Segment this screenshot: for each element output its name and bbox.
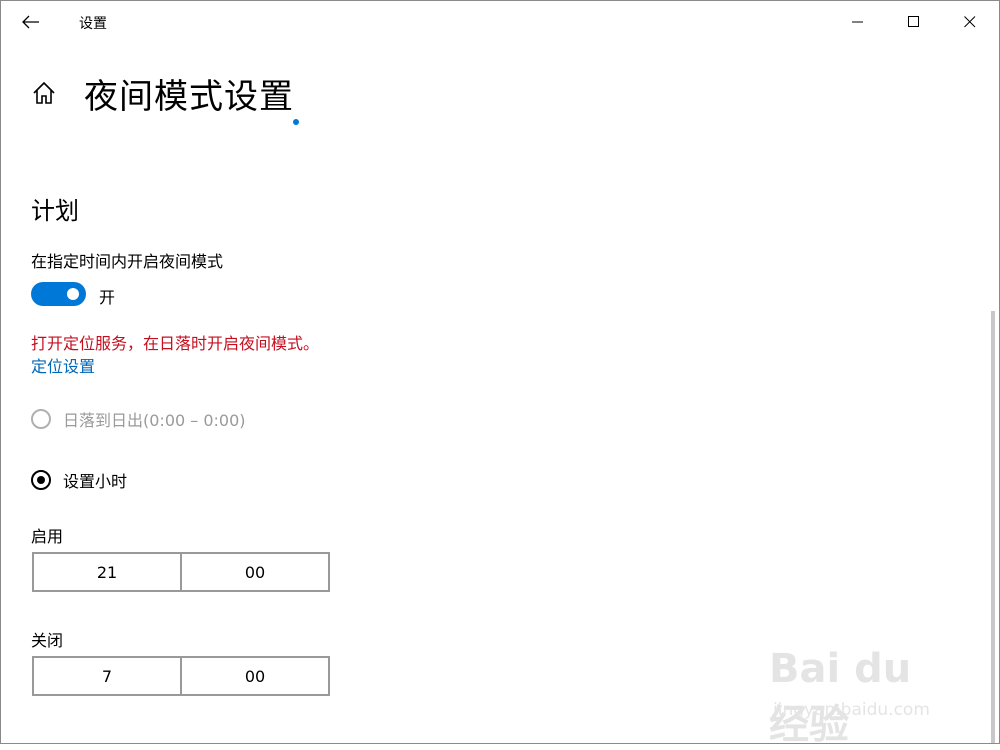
back-button[interactable] (11, 7, 51, 37)
turn-on-time-picker[interactable]: 21 00 (32, 552, 330, 592)
scroll-indicator (293, 119, 299, 125)
radio-set-hours[interactable]: 设置小时 (31, 468, 127, 492)
schedule-toggle-switch[interactable] (31, 282, 86, 306)
settings-window: 设置 夜间模式设置 计划 在指定时间内开启夜间模式 开 打开定位服务，在日落时开… (0, 0, 1000, 748)
turn-off-label: 关闭 (31, 631, 64, 650)
title-bar: 设置 (1, 1, 999, 43)
scrollbar[interactable] (991, 311, 995, 743)
home-icon (33, 81, 55, 104)
close-icon (964, 16, 976, 28)
minimize-button[interactable] (835, 7, 881, 37)
location-warning: 打开定位服务，在日落时开启夜间模式。 (31, 334, 320, 353)
app-title: 设置 (79, 16, 107, 32)
turn-on-hour[interactable]: 21 (34, 554, 180, 590)
toggle-knob (67, 288, 79, 300)
turn-off-hour[interactable]: 7 (34, 658, 180, 694)
turn-on-minute[interactable]: 00 (180, 554, 328, 590)
turn-off-time-picker[interactable]: 7 00 (32, 656, 330, 696)
minimize-icon (852, 21, 863, 23)
radio-button (31, 409, 51, 429)
maximize-button[interactable] (891, 7, 937, 37)
toggle-state-label: 开 (99, 288, 116, 307)
watermark-url: jingyan.baidu.com (773, 700, 930, 720)
radio-sunset-to-sunrise: 日落到日出(0:00 – 0:00) (31, 407, 246, 431)
turn-off-minute[interactable]: 00 (180, 658, 328, 694)
home-button[interactable] (31, 80, 57, 106)
radio-button[interactable] (31, 470, 51, 490)
page-title: 夜间模式设置 (84, 77, 294, 117)
radio-label: 日落到日出(0:00 – 0:00) (63, 411, 246, 430)
maximize-icon (908, 16, 919, 27)
turn-on-label: 启用 (31, 527, 64, 546)
location-settings-link[interactable]: 定位设置 (31, 353, 95, 377)
radio-label: 设置小时 (63, 472, 128, 491)
watermark-logo: Bai du 经验 (769, 646, 912, 748)
baidu-watermark: Bai du 经验 jingyan.baidu.com (769, 646, 959, 748)
back-arrow-icon (22, 15, 39, 29)
schedule-toggle-description: 在指定时间内开启夜间模式 (31, 252, 224, 271)
close-button[interactable] (947, 7, 993, 37)
section-title: 计划 (31, 197, 79, 225)
